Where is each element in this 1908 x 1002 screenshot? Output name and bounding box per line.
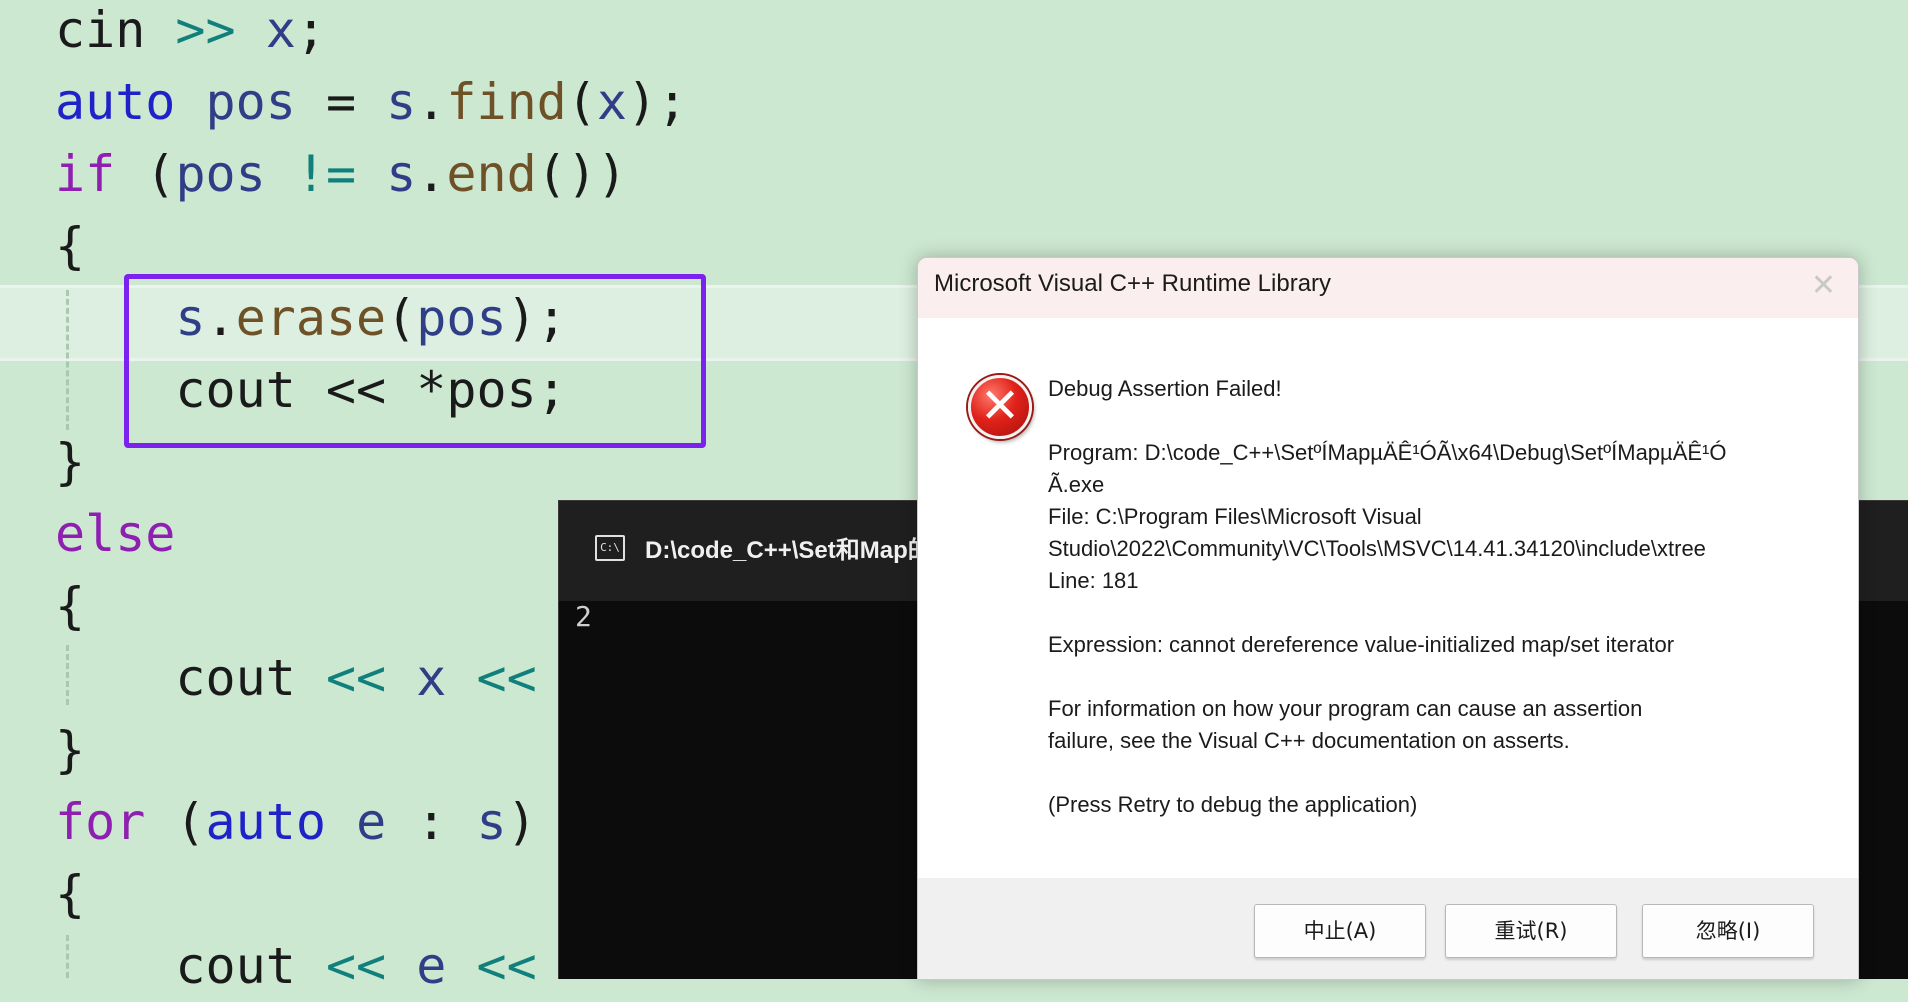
- code-token: pos: [175, 145, 266, 203]
- code-token: if: [55, 145, 116, 203]
- code-token: e: [356, 793, 387, 851]
- code-token: cout: [55, 937, 326, 995]
- dialog-info-line1: For information on how your program can …: [1048, 696, 1643, 721]
- close-icon[interactable]: ✕: [1811, 268, 1836, 304]
- code-token: {: [55, 217, 86, 275]
- code-token: cin: [55, 1, 146, 59]
- dialog-expression: Expression: cannot dereference value-ini…: [1048, 632, 1675, 657]
- code-token: }: [55, 433, 86, 491]
- code-token: find: [446, 73, 567, 131]
- code-token: .: [416, 73, 447, 131]
- code-token: auto: [205, 793, 326, 851]
- code-line: cout << x <<: [55, 642, 537, 714]
- code-token: {: [55, 577, 86, 635]
- code-line: for (auto e : s): [55, 786, 537, 858]
- code-token: pos: [205, 73, 296, 131]
- dialog-program-line2: Ã.exe: [1048, 472, 1105, 497]
- code-token: .: [416, 145, 447, 203]
- console-app-icon: C:\: [595, 535, 625, 561]
- highlight-annotation-box: [124, 274, 706, 448]
- dialog-heading: Debug Assertion Failed!: [1048, 376, 1282, 401]
- code-line: cout << e <<: [55, 930, 537, 1002]
- code-token: x: [596, 73, 628, 131]
- code-token: end: [446, 145, 537, 203]
- dialog-title: Microsoft Visual C++ Runtime Library: [934, 270, 1332, 297]
- code-line: if (pos != s.end()): [55, 138, 627, 210]
- console-output: 2: [575, 600, 592, 633]
- console-title: D:\code_C++\Set和Map的: [645, 537, 932, 564]
- code-token: cout: [55, 649, 326, 707]
- code-token: (: [115, 145, 176, 203]
- dialog-title-bar[interactable]: Microsoft Visual C++ Runtime Library ✕: [918, 258, 1858, 318]
- code-line: cin >> x;: [55, 0, 326, 66]
- dialog-file-line2: Studio\2022\Community\VC\Tools\MSVC\14.4…: [1048, 536, 1706, 561]
- dialog-file-line1: File: C:\Program Files\Microsoft Visual: [1048, 504, 1422, 529]
- code-token: for: [55, 793, 146, 851]
- code-token: {: [55, 865, 86, 923]
- code-token: }: [55, 721, 86, 779]
- code-token: (: [566, 73, 597, 131]
- code-line: auto pos = s.find(x);: [55, 66, 687, 138]
- ignore-button[interactable]: 忽略(I): [1642, 904, 1814, 958]
- code-token: else: [55, 505, 176, 563]
- code-token: !=: [295, 145, 357, 203]
- code-token: <<: [476, 937, 537, 995]
- code-token: (: [145, 793, 206, 851]
- code-line: else: [55, 498, 175, 570]
- code-token: auto: [55, 73, 176, 131]
- code-token: s: [386, 73, 417, 131]
- code-line: {: [55, 570, 85, 642]
- retry-button[interactable]: 重试(R): [1445, 904, 1617, 958]
- dialog-info-line2: failure, see the Visual C++ documentatio…: [1048, 728, 1570, 753]
- code-token: e: [416, 937, 447, 995]
- code-token: s: [476, 793, 507, 851]
- code-token: x: [265, 1, 296, 59]
- code-token: >>: [175, 1, 236, 59]
- error-icon: ✕: [968, 375, 1032, 439]
- code-token: :: [386, 793, 477, 851]
- code-token: );: [627, 73, 688, 131]
- code-token: s: [386, 145, 417, 203]
- dialog-line-number: Line: 181: [1048, 568, 1139, 593]
- abort-button[interactable]: 中止(A): [1254, 904, 1426, 958]
- dialog-program-line1: Program: D:\code_C++\SetºÍMapµÄÊ¹ÓÃ\x64\…: [1048, 440, 1727, 465]
- code-line: {: [55, 858, 85, 930]
- code-token: ()): [536, 145, 628, 203]
- code-line: }: [55, 714, 85, 786]
- assertion-dialog: Microsoft Visual C++ Runtime Library ✕ ✕…: [917, 257, 1859, 980]
- code-token: =: [295, 73, 387, 131]
- code-token: <<: [325, 649, 387, 707]
- code-token: <<: [325, 937, 387, 995]
- dialog-retry-hint: (Press Retry to debug the application): [1048, 792, 1418, 817]
- code-token: x: [416, 649, 447, 707]
- code-line: }: [55, 426, 85, 498]
- code-token: ;: [295, 1, 326, 59]
- code-token: <<: [476, 649, 537, 707]
- code-line: {: [55, 210, 85, 282]
- code-token: ): [506, 793, 537, 851]
